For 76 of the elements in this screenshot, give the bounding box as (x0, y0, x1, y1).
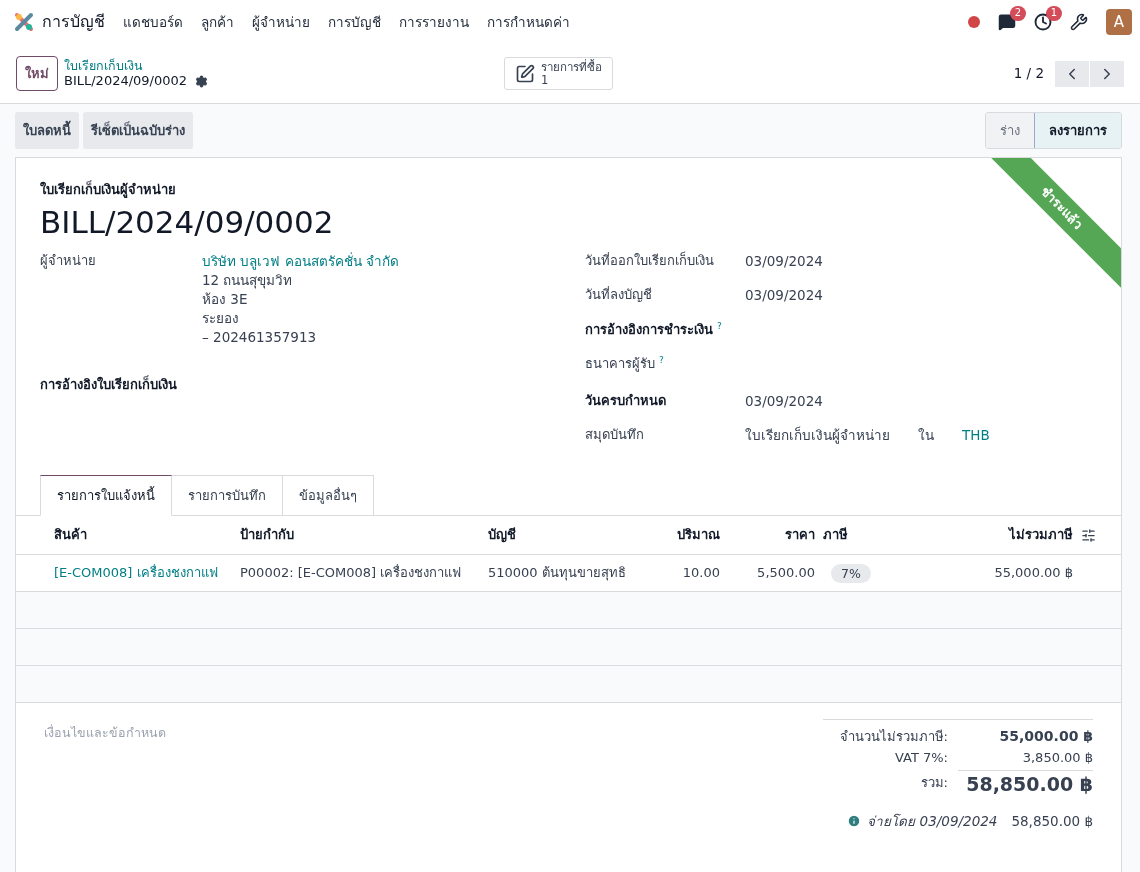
info-icon[interactable] (847, 814, 862, 829)
column-header[interactable]: ปริมาณ (658, 527, 728, 544)
breadcrumb-link[interactable]: ใบเรียกเก็บเงิน (64, 57, 504, 74)
settings-icon[interactable] (195, 74, 209, 88)
product-link[interactable]: [E-COM008] เครื่องชงกาแฟ (54, 565, 240, 582)
column-header[interactable]: ราคา (728, 527, 823, 544)
table-cell-text: 55,000.00 ฿ (993, 565, 1074, 582)
total-label: จำนวนไม่รวมภาษี: (838, 729, 948, 746)
field-value: ใบเรียกเก็บเงินผู้จำหน่าย (745, 427, 890, 445)
status-dot[interactable] (968, 16, 980, 28)
edit-icon (515, 63, 535, 84)
field-label: สมุดบันทึก (585, 427, 644, 443)
total-value: 55,000.00 ฿ (998, 728, 1093, 746)
next-button[interactable] (1090, 60, 1124, 87)
field-value: 03/09/2024 (745, 287, 823, 305)
status-step[interactable]: ลงรายการ (1034, 113, 1121, 148)
new-button[interactable]: ใหม่ (16, 56, 58, 91)
menu-item[interactable]: การบัญชี (328, 13, 381, 31)
address-line: ระยอง (202, 310, 240, 327)
column-header[interactable]: บัญชี (488, 527, 658, 544)
table-cell-text: 10.00 (681, 565, 721, 582)
field-value: ใน (918, 427, 934, 445)
menu-item[interactable]: การรายงาน (399, 13, 469, 31)
field-value: 03/09/2024 (745, 393, 823, 411)
menu-item[interactable]: ผู้จำหน่าย (252, 13, 310, 31)
field-label: วันครบกำหนด (585, 393, 666, 409)
address-line: 12 ถนนสุขุมวิท (202, 272, 294, 290)
field-label: การอ้างอิงใบเรียกเก็บเงิน (40, 377, 178, 394)
document-title: BILL/2024/09/0002 (40, 204, 334, 242)
previous-button[interactable] (1055, 60, 1089, 87)
menu-item[interactable]: ลูกค้า (201, 13, 234, 31)
field-label: วันที่ออกใบเรียกเก็บเงิน (585, 253, 714, 269)
address-line: – 202461357913 (202, 328, 318, 346)
help-tooltip[interactable]: ? (717, 321, 722, 332)
vendor-link[interactable]: บริษัท บลูเวฟ คอนสตรัคชั่น จำกัด (202, 253, 585, 271)
payment-amount: 58,850.00 ฿ (1011, 812, 1093, 830)
table-cell-text: 510000 ต้นทุนขายสุทธิ (488, 565, 627, 582)
column-header[interactable]: สินค้า (54, 527, 240, 544)
column-header[interactable]: ภาษี (823, 527, 913, 544)
action-button[interactable]: รีเซ็ตเป็นฉบับร่าง (83, 112, 193, 149)
field-label: ผู้จำหน่าย (40, 253, 97, 270)
user-avatar[interactable]: A (1106, 9, 1132, 35)
address-line: ห้อง 3E (202, 291, 249, 309)
tab[interactable]: ข้อมูลอื่นๆ (283, 475, 374, 517)
tab[interactable]: รายการบันทึก (172, 475, 283, 517)
app-name[interactable]: การบัญชี (42, 12, 105, 32)
total-value: 3,850.00 ฿ (1021, 749, 1093, 767)
pager-value: 1 / 2 (1013, 65, 1044, 82)
action-button[interactable]: ใบลดหนี้ (15, 112, 79, 149)
clock-icon[interactable] (1034, 13, 1052, 31)
total-label: VAT 7%: (893, 749, 948, 767)
column-header[interactable]: ป้ายกำกับ (240, 527, 488, 544)
help-tooltip[interactable]: ? (659, 355, 664, 366)
field-label: การอ้างอิงการชำระเงิน (585, 322, 713, 338)
table-cell-text: 5,500.00 (756, 565, 816, 582)
purchases-smart-button[interactable]: รายการที่ซื้อ 1 (504, 57, 613, 90)
activity-count-badge: 1 (1045, 6, 1062, 21)
column-settings-icon[interactable] (1081, 527, 1096, 543)
tax-tag: 7% (831, 563, 871, 584)
tab[interactable]: รายการใบแจ้งหนี้ (40, 475, 172, 517)
breadcrumb-current: BILL/2024/09/0002 (64, 73, 188, 90)
column-header[interactable]: ไม่รวมภาษี (913, 527, 1081, 544)
currency-link[interactable]: THB (962, 427, 990, 445)
status-step[interactable]: ร่าง (986, 113, 1034, 148)
field-value: 03/09/2024 (745, 253, 823, 271)
message-count-badge: 2 (1009, 6, 1026, 21)
menu-item[interactable]: แดชบอร์ด (123, 13, 183, 31)
field-label: วันที่ลงบัญชี (585, 287, 652, 303)
total-label: รวม: (919, 775, 948, 792)
payment-text: จ่ายโดย 03/09/2024 (867, 812, 998, 830)
field-label: ธนาคารผู้รับ (585, 356, 655, 372)
table-cell-text: P00002: [E-COM008] เครื่องชงกาแฟ (240, 565, 463, 582)
menu-item[interactable]: การกำหนดค่า (487, 13, 570, 31)
tools-icon[interactable] (1070, 13, 1088, 31)
app-logo-icon (14, 12, 34, 32)
total-value: 58,850.00 ฿ (958, 770, 1093, 797)
